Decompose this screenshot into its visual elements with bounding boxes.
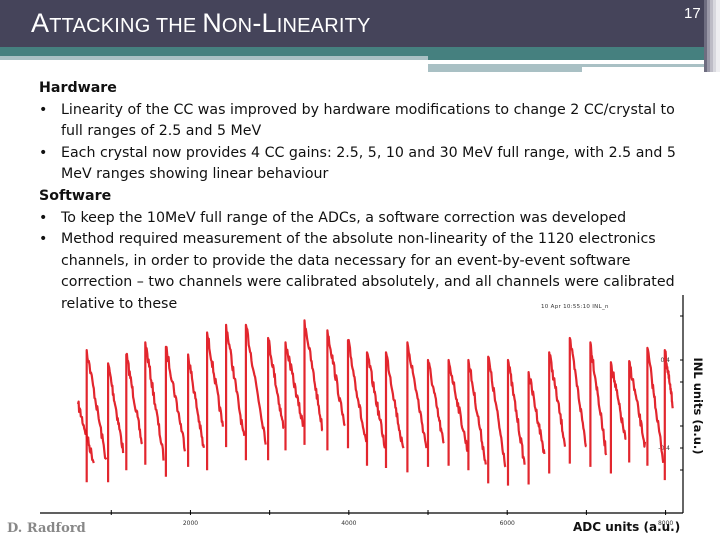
slide-number: 17 — [684, 5, 701, 22]
title-part: ON — [221, 15, 253, 37]
trace-cycle — [467, 358, 487, 471]
trace-cycle — [244, 323, 267, 461]
bullet-text: Linearity of the CC was improved by hard… — [61, 101, 675, 140]
trace-cycle — [589, 341, 608, 467]
y-axis-label: INL units (a.u.) — [689, 356, 707, 456]
trace-cycle — [646, 346, 665, 466]
trace-cycle — [548, 351, 567, 474]
trace-cycle — [164, 345, 186, 477]
trace-cycle — [426, 358, 445, 467]
title-part: N — [202, 8, 222, 38]
bullet-icon: • — [39, 231, 48, 248]
trace-cycle — [125, 352, 144, 471]
trace-cycle — [487, 355, 507, 484]
chart-axes — [40, 295, 684, 515]
x-tick-label: 4000 — [341, 520, 356, 527]
hardware-bullet: • Each crystal now provides 4 CC gains: … — [39, 143, 699, 186]
title-part: TTACKING THE — [49, 15, 203, 37]
trace-cycle — [107, 362, 125, 483]
header-accent-strip-left — [0, 56, 428, 60]
hardware-bullet: • Linearity of the CC was improved by ha… — [39, 100, 699, 143]
chart-stamp: 10 Apr 10:55:10 INL_n — [541, 304, 609, 310]
trace-cycle — [144, 341, 165, 465]
trace-cycle — [326, 329, 346, 451]
slide-title: ATTACKING THE NON-LINEARITY — [31, 8, 371, 39]
hardware-heading: Hardware — [39, 80, 117, 96]
header-accent-strip-lower — [428, 67, 582, 72]
trace-cycle — [527, 371, 546, 485]
slide-body: Hardware • Linearity of the CC was impro… — [39, 78, 699, 316]
trace-cycle — [506, 358, 526, 486]
trace-cycle — [447, 358, 469, 466]
trace-cycle — [663, 349, 674, 481]
inl-chart: 2000 4000 6000 8000 0.4-0.4 — [40, 295, 684, 527]
bullet-icon: • — [39, 144, 48, 161]
trace-cycle — [85, 349, 108, 483]
trace-cycle — [406, 341, 428, 473]
trace-cycle — [303, 319, 324, 445]
software-bullet: • To keep the 10MeV full range of the AD… — [39, 208, 699, 230]
bullet-text: To keep the 10MeV full range of the ADCs… — [61, 209, 627, 226]
footer-author: D. Radford — [7, 521, 86, 536]
trace-cycle — [384, 351, 405, 468]
trace-cycle — [628, 360, 647, 463]
x-tick-label: 2000 — [183, 520, 198, 527]
title-part: -L — [252, 8, 277, 38]
inl-trace — [76, 319, 674, 486]
trace-cycle — [267, 336, 285, 461]
x-axis-label: ADC units (a.u.) — [573, 520, 681, 534]
title-part: A — [31, 8, 50, 38]
trace-cycle — [609, 361, 627, 474]
trace-cycle — [206, 331, 224, 471]
title-part: INEARITY — [276, 15, 371, 37]
header-teal-band — [0, 47, 704, 56]
x-tick-label: 6000 — [500, 520, 515, 527]
trace-cycle — [284, 341, 304, 451]
trace-cycle — [225, 323, 246, 448]
bullet-icon: • — [39, 101, 48, 118]
bullet-text: Each crystal now provides 4 CC gains: 2.… — [61, 144, 676, 183]
trace-cycle — [346, 338, 368, 449]
header-edge-decoration — [704, 0, 720, 72]
y-axis-label-text: INL units (a.u.) — [691, 357, 705, 455]
software-heading: Software — [39, 187, 112, 204]
bullet-icon: • — [39, 209, 48, 226]
trace-cycle — [365, 351, 387, 466]
trace-cycle — [187, 353, 205, 467]
trace-cycle — [568, 336, 587, 464]
